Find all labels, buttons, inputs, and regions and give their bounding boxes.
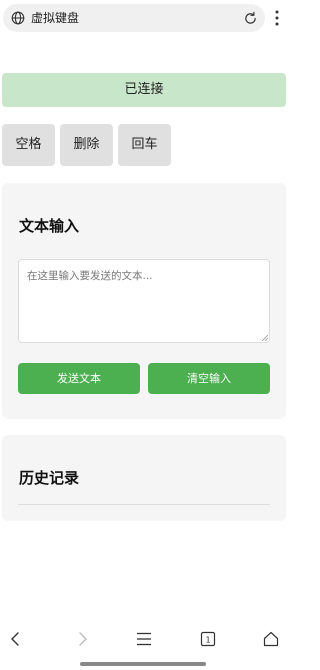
back-icon[interactable]: [7, 630, 25, 648]
tab-count: 1: [205, 636, 210, 645]
tabs-icon[interactable]: 1: [199, 630, 217, 648]
clear-input-button[interactable]: 清空输入: [148, 363, 270, 394]
address-bar[interactable]: 虚拟键盘: [3, 4, 265, 32]
text-input-field[interactable]: [18, 259, 270, 343]
forward-icon[interactable]: [73, 630, 91, 648]
text-input-card: 文本输入 发送文本 清空输入: [2, 183, 286, 419]
resize-grip-icon[interactable]: [262, 335, 268, 341]
bottom-navigation: 1: [0, 622, 290, 656]
browser-top-bar: 虚拟键盘: [0, 0, 290, 36]
connection-status: 已连接: [2, 73, 286, 107]
address-text: 虚拟键盘: [31, 11, 80, 25]
history-card: 历史记录: [2, 435, 286, 521]
delete-key-button[interactable]: 删除: [60, 124, 113, 166]
send-text-button[interactable]: 发送文本: [18, 363, 140, 394]
enter-key-button[interactable]: 回车: [118, 124, 171, 166]
menu-icon[interactable]: [135, 630, 153, 648]
home-icon[interactable]: [262, 630, 280, 648]
history-title: 历史记录: [19, 469, 80, 487]
text-input-title: 文本输入: [19, 217, 80, 235]
history-divider: [18, 504, 270, 505]
home-indicator: [80, 662, 206, 666]
reload-icon[interactable]: [243, 11, 258, 26]
more-vert-icon[interactable]: [273, 9, 281, 27]
space-key-button[interactable]: 空格: [2, 124, 55, 166]
globe-icon: [11, 11, 25, 25]
